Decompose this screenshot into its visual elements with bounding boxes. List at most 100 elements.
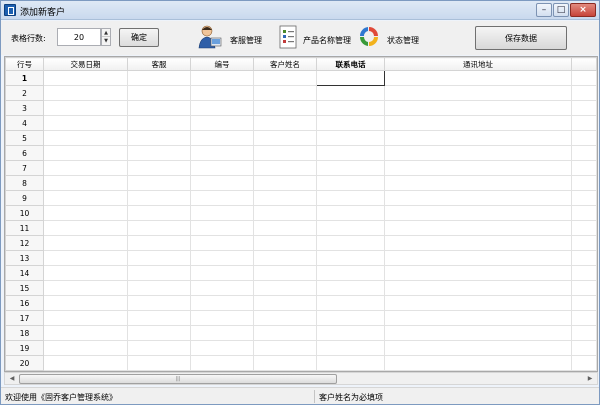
row-number-cell[interactable]: 1 xyxy=(5,70,44,86)
grid-cell[interactable] xyxy=(190,160,254,176)
row-number-cell[interactable]: 13 xyxy=(5,250,44,266)
table-row[interactable]: 3 xyxy=(5,100,597,116)
grid-cell[interactable] xyxy=(127,235,191,251)
grid-cell[interactable] xyxy=(384,265,572,281)
table-row[interactable]: 19 xyxy=(5,340,597,356)
grid-cell[interactable] xyxy=(384,130,572,146)
row-number-cell[interactable]: 14 xyxy=(5,265,44,281)
status-management-button[interactable]: 状态管理 xyxy=(357,24,423,52)
grid-cell[interactable] xyxy=(190,85,254,101)
grid-cell[interactable] xyxy=(253,280,317,296)
grid-cell[interactable] xyxy=(127,295,191,311)
table-row[interactable]: 2 xyxy=(5,85,597,101)
product-management-button[interactable]: 产品名称管理 xyxy=(277,24,351,52)
grid-cell[interactable] xyxy=(43,235,128,251)
table-row[interactable]: 9 xyxy=(5,190,597,206)
title-bar[interactable]: 添加新客户 – □ × xyxy=(1,1,599,20)
grid-cell[interactable] xyxy=(384,310,572,326)
rows-count-input[interactable] xyxy=(57,28,101,46)
grid-cell[interactable] xyxy=(127,325,191,341)
grid-cell[interactable] xyxy=(316,130,385,146)
grid-cell[interactable] xyxy=(253,295,317,311)
row-number-cell[interactable]: 9 xyxy=(5,190,44,206)
grid-cell[interactable] xyxy=(127,175,191,191)
grid-cell[interactable] xyxy=(190,100,254,116)
grid-cell[interactable] xyxy=(384,160,572,176)
grid-cell[interactable] xyxy=(190,295,254,311)
col-header-customer-name[interactable]: 客户姓名 xyxy=(253,57,317,71)
table-row[interactable]: 6 xyxy=(5,145,597,161)
row-number-cell[interactable]: 18 xyxy=(5,325,44,341)
scroll-left-icon[interactable]: ◀ xyxy=(7,374,17,384)
table-row[interactable]: 10 xyxy=(5,205,597,221)
grid-cell[interactable] xyxy=(316,115,385,131)
maximize-button[interactable]: □ xyxy=(553,3,569,17)
grid-cell[interactable] xyxy=(253,100,317,116)
grid-cell[interactable] xyxy=(43,295,128,311)
grid-cell[interactable] xyxy=(127,220,191,236)
stepper-down-icon[interactable]: ▼ xyxy=(102,37,110,45)
grid-cell[interactable] xyxy=(384,235,572,251)
grid-cell[interactable] xyxy=(190,115,254,131)
grid-cell[interactable] xyxy=(316,190,385,206)
grid-cell[interactable] xyxy=(43,175,128,191)
grid-cell[interactable] xyxy=(316,340,385,356)
grid-cell[interactable] xyxy=(43,325,128,341)
minimize-button[interactable]: – xyxy=(536,3,552,17)
grid-cell[interactable] xyxy=(43,355,128,371)
grid-cell[interactable] xyxy=(384,355,572,371)
table-row[interactable]: 4 xyxy=(5,115,597,131)
grid-cell[interactable] xyxy=(43,100,128,116)
grid-cell[interactable] xyxy=(316,265,385,281)
grid-cell[interactable] xyxy=(43,280,128,296)
scroll-right-icon[interactable]: ▶ xyxy=(585,374,595,384)
grid-cell[interactable] xyxy=(43,70,128,86)
grid-cell[interactable] xyxy=(316,220,385,236)
grid-cell[interactable] xyxy=(384,220,572,236)
grid-cell[interactable] xyxy=(384,205,572,221)
grid-cell[interactable] xyxy=(190,220,254,236)
grid-cell[interactable] xyxy=(190,250,254,266)
table-row[interactable]: 12 xyxy=(5,235,597,251)
grid-cell[interactable] xyxy=(127,160,191,176)
close-button[interactable]: × xyxy=(570,3,596,17)
table-row[interactable]: 17 xyxy=(5,310,597,326)
row-number-cell[interactable]: 15 xyxy=(5,280,44,296)
grid-cell[interactable] xyxy=(127,85,191,101)
grid-cell[interactable] xyxy=(127,145,191,161)
grid-cell[interactable] xyxy=(253,250,317,266)
grid-cell[interactable] xyxy=(43,190,128,206)
grid-cell[interactable] xyxy=(43,205,128,221)
grid-cell[interactable] xyxy=(384,175,572,191)
table-row[interactable]: 13 xyxy=(5,250,597,266)
col-header-address[interactable]: 通讯地址 xyxy=(384,57,572,71)
stepper-up-icon[interactable]: ▲ xyxy=(102,29,110,37)
row-number-cell[interactable]: 12 xyxy=(5,235,44,251)
row-number-cell[interactable]: 6 xyxy=(5,145,44,161)
grid-cell[interactable] xyxy=(316,310,385,326)
grid-cell[interactable] xyxy=(190,265,254,281)
col-header-phone[interactable]: 联系电话 xyxy=(316,57,385,71)
grid-cell[interactable] xyxy=(384,145,572,161)
table-row[interactable]: 8 xyxy=(5,175,597,191)
grid-cell[interactable] xyxy=(127,100,191,116)
grid-cell[interactable] xyxy=(127,265,191,281)
grid-cell[interactable] xyxy=(316,85,385,101)
table-row[interactable]: 20 xyxy=(5,355,597,371)
grid-cell[interactable] xyxy=(127,340,191,356)
grid-cell[interactable] xyxy=(316,205,385,221)
grid-cell[interactable] xyxy=(190,190,254,206)
horizontal-scrollbar[interactable]: ◀ ||| ▶ xyxy=(4,372,598,385)
grid-cell[interactable] xyxy=(190,130,254,146)
grid-cell[interactable] xyxy=(253,85,317,101)
row-number-cell[interactable]: 20 xyxy=(5,355,44,371)
table-row[interactable]: 7 xyxy=(5,160,597,176)
row-number-cell[interactable]: 10 xyxy=(5,205,44,221)
grid-cell[interactable] xyxy=(253,175,317,191)
grid-cell[interactable] xyxy=(127,355,191,371)
grid-cell[interactable] xyxy=(384,70,572,86)
grid-cell[interactable] xyxy=(253,130,317,146)
grid-cell[interactable] xyxy=(43,85,128,101)
grid-cell[interactable] xyxy=(253,310,317,326)
grid-cell[interactable] xyxy=(190,355,254,371)
